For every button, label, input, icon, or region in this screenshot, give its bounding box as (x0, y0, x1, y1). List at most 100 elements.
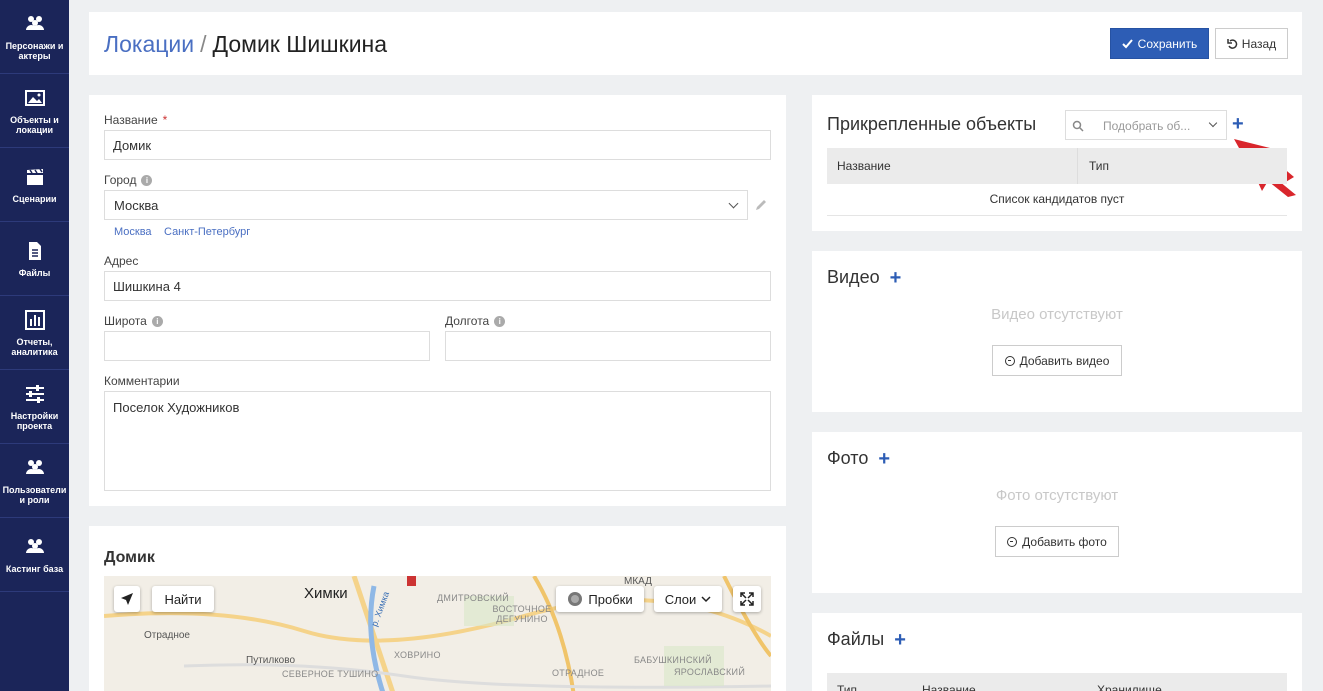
longitude-label: Долгота i (445, 314, 506, 328)
photo-title-row: Фото + (827, 448, 890, 469)
sidebar: Персонажи и актеры Объекты и локации Сце… (0, 0, 69, 691)
map-layers-button[interactable]: Слои (654, 586, 722, 612)
map-label-tushino: СЕВЕРНОЕ ТУШИНО (282, 669, 379, 679)
files-title: Файлы (827, 629, 885, 649)
clapperboard-icon (26, 168, 43, 185)
pencil-icon[interactable] (754, 198, 768, 212)
column-divider (1077, 148, 1078, 184)
breadcrumb-separator: / (200, 31, 207, 57)
attached-objects-title: Прикрепленные объекты (827, 114, 1037, 134)
photo-card: Фото + Фото отсутствуют Добавить фото (812, 432, 1302, 593)
search-icon (1072, 120, 1084, 132)
expand-icon (740, 592, 754, 606)
latitude-input[interactable] (104, 331, 430, 361)
photo-title: Фото (827, 448, 869, 468)
info-icon: i (141, 174, 153, 186)
add-photo-button[interactable]: Добавить фото (995, 526, 1119, 557)
address-label-text: Адрес (104, 254, 139, 268)
image-icon (24, 89, 45, 106)
files-title-row: Файлы + (827, 629, 906, 650)
name-label: Название * (104, 113, 167, 127)
circle-plus-icon (1007, 536, 1018, 547)
sidebar-item-label: Сценарии (12, 193, 57, 204)
video-title: Видео (827, 267, 880, 287)
file-icon (28, 241, 41, 260)
breadcrumb: Локации / Домик Шишкина (104, 31, 387, 58)
video-card: Видео + Видео отсутствуют Добавить видео (812, 251, 1302, 412)
sidebar-item-settings[interactable]: Настройки проекта (0, 370, 69, 444)
chevron-down-icon (701, 596, 711, 603)
back-button-label: Назад (1241, 36, 1277, 51)
map-label-otradnoe: Отрадное (144, 630, 190, 641)
geolocation-button[interactable] (114, 586, 140, 612)
chevron-down-icon (728, 198, 739, 209)
name-input[interactable]: Домик (104, 130, 771, 160)
sidebar-item-label: Отчеты, аналитика (11, 336, 58, 357)
map-find-button[interactable]: Найти (152, 586, 214, 612)
name-label-text: Название (104, 113, 158, 127)
people-icon (25, 459, 44, 474)
sidebar-item-label: Объекты и локации (10, 114, 59, 135)
col-storage: Хранилище (1097, 683, 1162, 691)
sidebar-item-label: Файлы (18, 267, 51, 278)
add-photo-label: Добавить фото (1022, 534, 1107, 549)
map-card: Домик Химки Отрадное Путилково СЕВЕРНОЕ … (89, 526, 786, 691)
attached-empty-message: Список кандидатов пуст (989, 192, 1125, 206)
longitude-label-text: Долгота (445, 314, 490, 328)
divider (827, 215, 1287, 216)
comments-textarea[interactable]: Поселок Художников (104, 391, 771, 491)
attach-object-select[interactable]: Подобрать об... (1065, 110, 1227, 140)
sidebar-item-users[interactable]: Пользователи и роли (0, 444, 69, 518)
save-button[interactable]: Сохранить (1110, 28, 1209, 59)
page-title: Домик Шишкина (212, 31, 388, 57)
add-file-icon[interactable]: + (894, 630, 906, 650)
map[interactable]: Химки Отрадное Путилково СЕВЕРНОЕ ТУШИНО… (104, 576, 771, 691)
map-traffic-button[interactable]: Пробки (556, 586, 644, 612)
location-arrow-icon (121, 593, 133, 605)
address-input[interactable]: Шишкина 4 (104, 271, 771, 301)
map-label-babushkinsky: БАБУШКИНСКИЙ (634, 655, 712, 665)
map-fullscreen-button[interactable] (733, 586, 761, 612)
city-label: Город i (104, 173, 153, 187)
sidebar-item-scripts[interactable]: Сценарии (0, 148, 69, 222)
map-label-otradnoe-district: ОТРАДНОЕ (552, 668, 605, 678)
col-name: Название (922, 683, 976, 691)
people-icon (25, 15, 44, 30)
sidebar-item-reports[interactable]: Отчеты, аналитика (0, 296, 69, 370)
longitude-input[interactable] (445, 331, 771, 361)
comments-label: Комментарии (104, 374, 180, 388)
map-title: Домик (104, 549, 155, 566)
sidebar-item-label: Настройки проекта (10, 410, 59, 431)
map-label-degunino: ВОСТОЧНОЕ ДЕГУНИНО (492, 604, 552, 624)
sliders-icon (25, 384, 44, 403)
breadcrumb-link-locations[interactable]: Локации (104, 31, 194, 57)
attached-objects-card: Прикрепленные объекты Подобрать об... + … (812, 95, 1302, 231)
people-icon (25, 538, 44, 553)
sidebar-item-casting[interactable]: Кастинг база (0, 518, 69, 592)
files-table-header: Тип Название Хранилище (827, 673, 1287, 691)
layers-label: Слои (664, 591, 697, 607)
info-icon: i (151, 315, 163, 327)
city-select[interactable]: Москва (104, 190, 748, 220)
photo-absent-message: Фото отсутствуют (995, 487, 1119, 504)
map-label-khimki: Химки (304, 585, 348, 602)
sidebar-item-files[interactable]: Файлы (0, 222, 69, 296)
traffic-light-icon (568, 592, 583, 606)
add-photo-icon[interactable]: + (878, 449, 890, 469)
address-label: Адрес (104, 254, 138, 268)
add-video-icon[interactable]: + (890, 268, 902, 288)
circle-plus-icon (1004, 355, 1015, 366)
sidebar-item-label: Кастинг база (5, 563, 64, 574)
video-title-row: Видео + (827, 267, 901, 288)
sidebar-item-objects[interactable]: Объекты и локации (0, 74, 69, 148)
sidebar-item-characters[interactable]: Персонажи и актеры (0, 0, 69, 74)
add-attached-object-icon[interactable]: + (1232, 114, 1244, 134)
save-button-label: Сохранить (1137, 36, 1198, 51)
city-quick-spb[interactable]: Санкт-Петербург (164, 226, 250, 238)
info-icon: i (494, 315, 506, 327)
add-video-button[interactable]: Добавить видео (992, 345, 1122, 376)
location-form: Название * Домик Город i Москва Москва Сан… (89, 95, 786, 506)
back-button[interactable]: Назад (1215, 28, 1288, 59)
files-card: Файлы + Тип Название Хранилище (812, 613, 1302, 691)
city-quick-moscow[interactable]: Москва (114, 226, 152, 238)
